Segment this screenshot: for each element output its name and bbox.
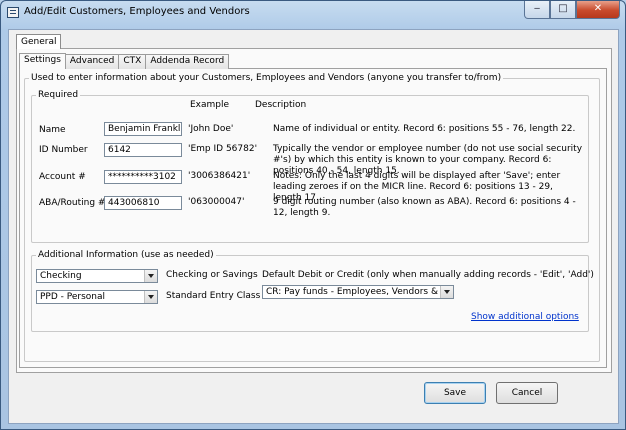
title-bar[interactable]: Add/Edit Customers, Employees and Vendor…	[1, 1, 625, 25]
general-tab-panel: Settings Advanced CTX Addenda Record Use…	[16, 48, 612, 373]
chevron-down-icon	[144, 270, 157, 282]
account-type-select[interactable]: Checking	[36, 269, 158, 283]
id-number-example: 'Emp ID 56782'	[188, 144, 258, 154]
default-debit-credit-value: CR: Pay funds - Employees, Vendors & Tax…	[266, 287, 454, 297]
settings-tab-panel: Used to enter information about your Cus…	[19, 68, 607, 368]
id-number-input[interactable]: 6142	[104, 143, 182, 157]
default-debit-credit-select[interactable]: CR: Pay funds - Employees, Vendors & Tax…	[262, 285, 454, 299]
show-additional-options-link[interactable]: Show additional options	[471, 312, 579, 322]
save-button[interactable]: Save	[424, 382, 486, 404]
account-type-label: Checking or Savings	[166, 270, 258, 280]
description-column-header: Description	[255, 100, 307, 110]
window-title: Add/Edit Customers, Employees and Vendor…	[24, 6, 250, 17]
entry-class-select[interactable]: PPD - Personal	[36, 290, 158, 304]
tab-advanced[interactable]: Advanced	[64, 54, 120, 69]
entry-class-value: PPD - Personal	[40, 292, 106, 302]
aba-routing-input[interactable]: 443006810	[104, 196, 182, 210]
tab-addenda-record[interactable]: Addenda Record	[145, 54, 230, 69]
info-group-legend: Used to enter information about your Cus…	[31, 73, 502, 83]
close-button[interactable]: ✕	[576, 1, 620, 19]
app-icon	[7, 7, 19, 18]
entry-class-label: Standard Entry Class	[166, 291, 261, 301]
chevron-down-icon	[440, 286, 453, 298]
tab-general[interactable]: General	[16, 34, 62, 49]
dialog-client-area: General Settings Advanced CTX Addenda Re…	[8, 29, 619, 424]
additional-info-group: Additional Information (use as needed) C…	[31, 250, 594, 332]
cancel-button[interactable]: Cancel	[496, 382, 558, 404]
additional-info-legend: Additional Information (use as needed)	[38, 250, 214, 260]
default-debit-credit-label: Default Debit or Credit (only when manua…	[262, 270, 594, 280]
id-number-label: ID Number	[39, 145, 88, 155]
tab-ctx[interactable]: CTX	[118, 54, 147, 69]
caption-buttons: ‒ □ ✕	[524, 1, 620, 19]
aba-routing-label: ABA/Routing #	[39, 198, 106, 208]
tab-settings[interactable]: Settings	[19, 53, 66, 69]
account-number-input[interactable]: **********3102	[104, 170, 182, 184]
account-number-example: '3006386421'	[188, 171, 251, 181]
settings-tab-strip: Settings Advanced CTX Addenda Record	[19, 53, 230, 69]
minimize-button[interactable]: ‒	[524, 1, 550, 19]
name-input[interactable]: Benjamin Franklin	[104, 122, 182, 136]
required-group-legend: Required	[38, 90, 79, 100]
example-column-header: Example	[190, 100, 230, 110]
name-example: 'John Doe'	[188, 124, 234, 134]
info-group: Used to enter information about your Cus…	[24, 73, 600, 362]
aba-routing-example: '063000047'	[188, 197, 245, 207]
aba-routing-description: 9 digit routing number (also known as AB…	[273, 197, 576, 218]
name-description: Name of individual or entity. Record 6: …	[273, 124, 576, 134]
account-type-value: Checking	[40, 271, 82, 281]
account-number-label: Account #	[39, 172, 86, 182]
name-label: Name	[39, 125, 66, 135]
maximize-button[interactable]: □	[550, 1, 576, 19]
dialog-window: Add/Edit Customers, Employees and Vendor…	[0, 0, 626, 430]
required-group: Required Example Description Name Benjam…	[31, 90, 589, 243]
chevron-down-icon	[144, 291, 157, 303]
